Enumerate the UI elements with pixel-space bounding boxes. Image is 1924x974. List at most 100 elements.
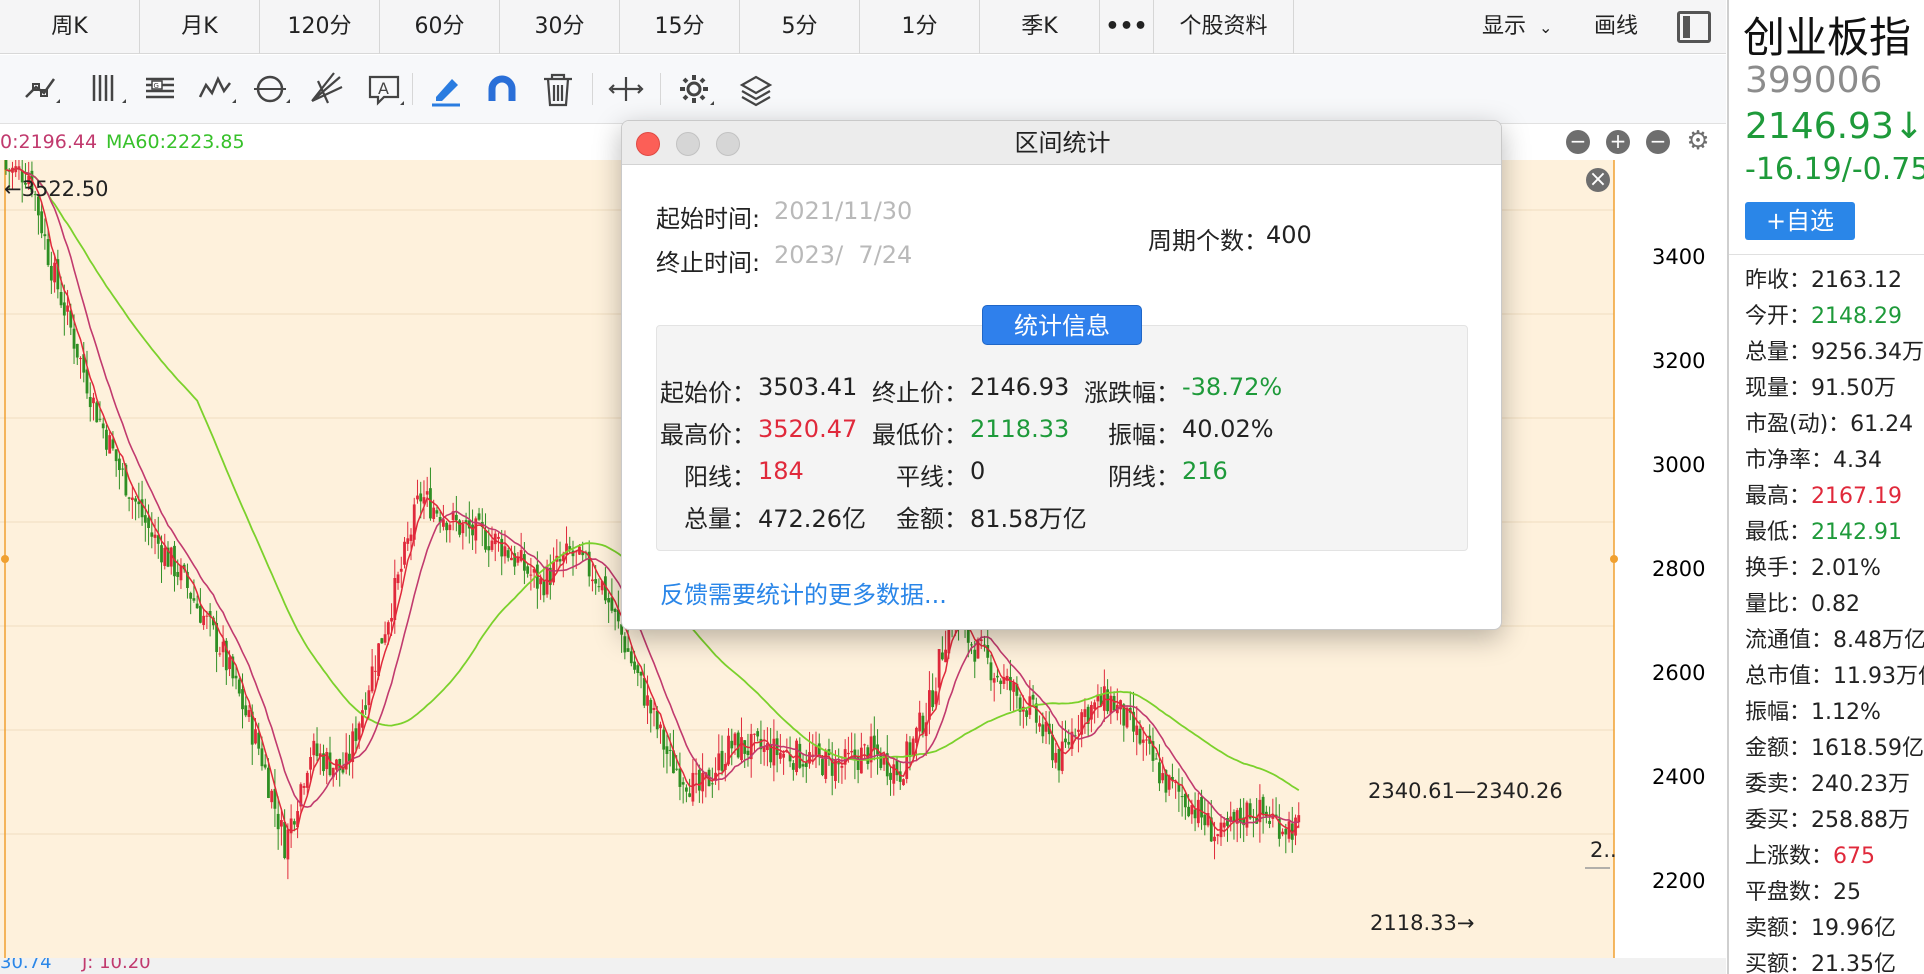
chart-span-icon[interactable] (604, 67, 648, 111)
stat-label: 金额： (896, 505, 968, 533)
candle-body (1180, 796, 1184, 798)
candle-body (130, 497, 134, 501)
svg-text:A: A (378, 79, 389, 98)
gann-fan-icon[interactable] (304, 67, 348, 111)
add-watchlist-button[interactable]: +自选 (1745, 202, 1855, 240)
candle-body (642, 678, 646, 706)
candle-body (105, 429, 108, 450)
svg-text:G: G (154, 82, 159, 90)
candle-body (753, 733, 756, 735)
tab-more[interactable]: ••• (1100, 0, 1154, 54)
tab-weekly-k[interactable]: 周K (0, 0, 140, 54)
right-marker-handle[interactable] (1610, 555, 1618, 563)
candle-body (357, 723, 361, 740)
candle-body (626, 648, 630, 652)
stat-label: 总量： (684, 505, 756, 533)
candle-body (79, 358, 82, 360)
text-annotation-icon[interactable]: A (362, 67, 406, 111)
candle-body (283, 822, 287, 859)
plus-circle-icon[interactable]: + (1606, 130, 1630, 154)
candle-body (454, 514, 458, 521)
tab-stock-profile[interactable]: 个股资料 (1154, 0, 1294, 54)
minus-circle-icon[interactable]: − (1646, 130, 1670, 154)
display-menu[interactable]: 显示 ⌄ (1482, 0, 1552, 54)
stat-value: 0 (970, 457, 986, 485)
tab-120min[interactable]: 120分 (260, 0, 380, 54)
dialog-title: 区间统计 (622, 121, 1501, 165)
divider (1729, 254, 1924, 255)
quote-value: 61.24 (1850, 412, 1914, 437)
fibonacci-icon[interactable]: G (138, 67, 182, 111)
trash-icon[interactable] (536, 67, 580, 111)
period-tab-bar: 周K 月K 120分 60分 30分 15分 5分 1分 季K ••• 个股资料… (0, 0, 1726, 54)
candle-body (905, 741, 909, 779)
stats-info-tab[interactable]: 统计信息 (982, 305, 1142, 345)
candle-body (487, 546, 491, 551)
candle-body (416, 495, 419, 500)
end-time-field[interactable] (774, 241, 954, 269)
candle-body (354, 728, 358, 742)
quote-row: 委卖：240.23万 (1745, 766, 1910, 798)
candle-body (629, 651, 633, 664)
candle-body (88, 397, 92, 408)
candle-body (558, 559, 562, 562)
period-count-value: 400 (1266, 221, 1312, 249)
zoom-window-button[interactable] (716, 132, 740, 156)
candle-body (597, 586, 601, 588)
candle-body (510, 557, 513, 561)
close-overlay-icon[interactable]: × (1586, 168, 1610, 192)
candle-body (1284, 828, 1288, 835)
candle-body (850, 751, 854, 753)
candle-body (143, 515, 147, 523)
sidebar-toggle-icon[interactable] (1677, 11, 1711, 43)
ellipse-icon[interactable] (248, 67, 292, 111)
pen-icon[interactable] (424, 67, 468, 111)
candle-body (989, 662, 993, 681)
candle-body (383, 634, 387, 643)
quote-value: 2142.91 (1811, 520, 1902, 545)
chart-settings-gear-icon[interactable]: ⚙ (1686, 128, 1710, 154)
trendline-icon[interactable] (18, 67, 62, 111)
candle-body (1041, 724, 1045, 737)
candle-body (863, 744, 866, 746)
magnet-icon[interactable] (480, 67, 524, 111)
tab-quarterly-k[interactable]: 季K (980, 0, 1100, 54)
wave-icon[interactable] (194, 67, 238, 111)
candle-body (1216, 834, 1220, 837)
minimize-window-button[interactable] (676, 132, 700, 156)
candle-body (1031, 694, 1035, 700)
candle-body (623, 636, 627, 653)
minus-circle-icon[interactable]: − (1566, 130, 1590, 154)
candle-body (697, 769, 701, 791)
close-window-button[interactable] (636, 132, 660, 156)
vertical-lines-icon[interactable] (84, 67, 128, 111)
left-marker-handle[interactable] (1, 555, 9, 563)
tab-monthly-k[interactable]: 月K (140, 0, 260, 54)
quote-label: 流通值： (1745, 628, 1834, 653)
layers-icon[interactable] (734, 67, 778, 111)
candle-body (95, 402, 99, 423)
quote-label: 现量： (1745, 376, 1812, 401)
candle-body (364, 705, 368, 710)
draw-lines-button[interactable]: 画线 (1594, 0, 1638, 54)
tab-15min[interactable]: 15分 (620, 0, 740, 54)
indicator-j-value: J: 10.20 (82, 958, 151, 973)
gear-icon[interactable] (672, 67, 716, 111)
quote-value: 2.01% (1811, 556, 1881, 581)
quote-row: 最低：2142.91 (1745, 514, 1902, 546)
candle-body (1012, 682, 1016, 692)
tab-5min[interactable]: 5分 (740, 0, 860, 54)
feedback-link[interactable]: 反馈需要统计的更多数据... (660, 575, 947, 610)
start-time-field[interactable] (774, 197, 954, 225)
candle-body (529, 574, 533, 576)
tab-60min[interactable]: 60分 (380, 0, 500, 54)
candle-body (445, 522, 449, 531)
candle-body (1034, 703, 1038, 723)
stat-label: 振幅： (1108, 421, 1180, 449)
candle-body (526, 566, 530, 574)
tab-30min[interactable]: 30分 (500, 0, 620, 54)
y-tick: 3000 (1652, 453, 1705, 477)
tab-1min[interactable]: 1分 (860, 0, 980, 54)
quote-value: 258.88万 (1811, 808, 1910, 833)
candle-body (685, 787, 688, 792)
